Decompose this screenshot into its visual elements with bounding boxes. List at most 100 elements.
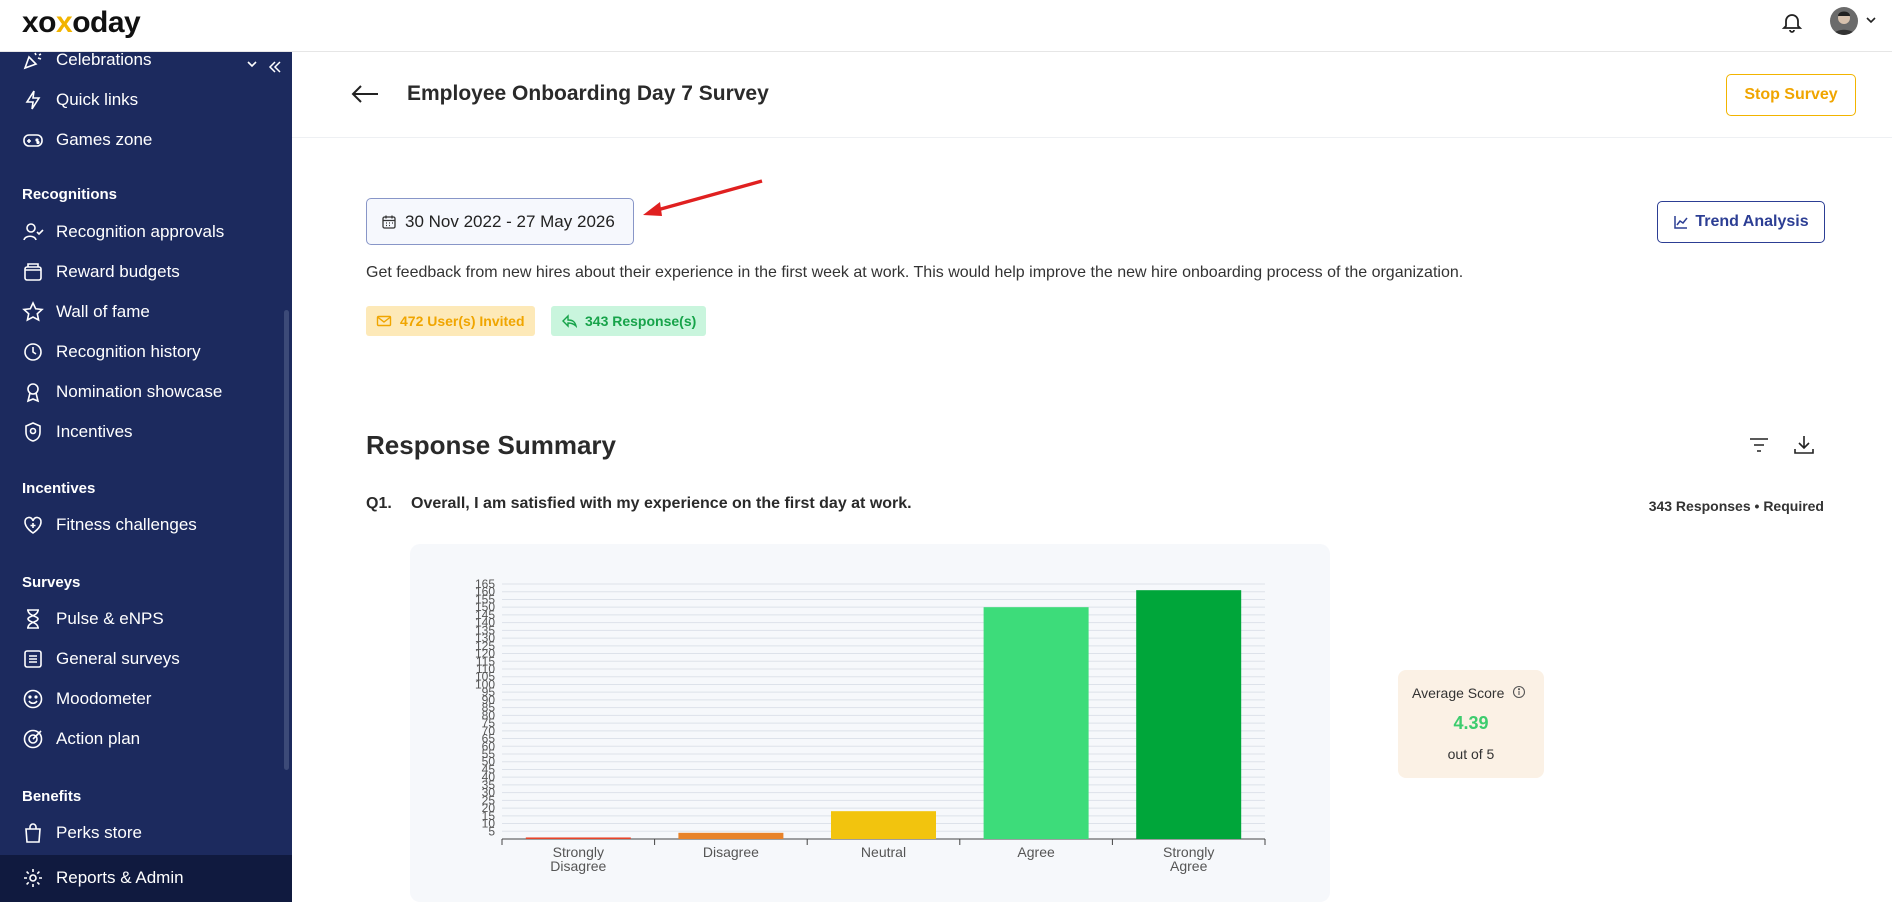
- chart-bar: [1136, 590, 1242, 839]
- download-icon[interactable]: [1792, 433, 1816, 457]
- star-icon: [22, 301, 44, 322]
- sidebar-item-games-zone[interactable]: Games zone: [22, 122, 152, 158]
- sidebar-item-action-plan[interactable]: Action plan: [22, 721, 140, 757]
- list-icon: [24, 650, 42, 668]
- section-title-incentives: Incentives: [22, 480, 96, 497]
- hourglass-icon: [27, 609, 39, 629]
- party-icon: [23, 52, 42, 70]
- sidebar-item-label: Nomination showcase: [56, 382, 223, 401]
- question-number: Q1.: [366, 495, 392, 512]
- x-tick-label: Agree: [1170, 858, 1208, 874]
- target-icon: [23, 729, 43, 749]
- bell-icon[interactable]: [1780, 10, 1804, 34]
- sidebar-item-label: Reports & Admin: [56, 868, 184, 887]
- x-tick-label: Neutral: [861, 844, 906, 860]
- calendar-icon: [382, 215, 396, 229]
- sidebar-item-label: Action plan: [56, 729, 141, 748]
- annotation-arrow: [643, 179, 763, 216]
- responses-count: 343 Response(s): [585, 313, 697, 329]
- sidebar-item-pulse-enps[interactable]: Pulse & eNPS: [22, 601, 164, 637]
- sidebar-item-celebrations[interactable]: Celebrations: [22, 42, 151, 78]
- chevron-down-icon[interactable]: [1864, 13, 1878, 27]
- page-title: Employee Onboarding Day 7 Survey: [407, 82, 769, 105]
- question-meta: 343 Responses • Required: [1648, 498, 1824, 514]
- history-icon: [24, 343, 42, 361]
- collapse-sidebar-icon[interactable]: [266, 58, 284, 76]
- invited-badge: 472 User(s) Invited: [366, 306, 535, 336]
- chart-bar: [678, 832, 784, 839]
- sidebar-item-label: Incentives: [56, 422, 133, 441]
- chart-bar: [831, 811, 936, 839]
- trend-analysis-label: Trend Analysis: [1695, 213, 1809, 230]
- sidebar-item-quick-links[interactable]: Quick links: [22, 82, 138, 118]
- average-score-label: Average Score: [1412, 685, 1505, 701]
- sidebar-item-label: Moodometer: [56, 689, 152, 708]
- reports-admin-row[interactable]: Reports & Admin: [22, 860, 184, 896]
- chart-bar: [983, 607, 1089, 839]
- bag-icon: [25, 823, 41, 843]
- date-range-picker[interactable]: 30 Nov 2022 - 27 May 2026: [366, 198, 634, 245]
- sidebar-item-label: Fitness challenges: [56, 515, 197, 534]
- sidebar-item-fitness-challenges[interactable]: Fitness challenges: [22, 507, 197, 543]
- trophy-icon: [26, 383, 40, 403]
- sidebar-item-label: Recognition approvals: [56, 222, 225, 241]
- stop-survey-button[interactable]: Stop Survey: [1726, 74, 1856, 116]
- sidebar-item-label: Wall of fame: [56, 302, 150, 321]
- shield-icon: [25, 422, 41, 442]
- response-summary-title: Response Summary: [366, 430, 616, 460]
- chart-bar: [525, 837, 631, 839]
- sidebar-item-label: Quick links: [56, 90, 139, 109]
- sidebar-item-nomination-showcase[interactable]: Nomination showcase: [22, 374, 222, 410]
- gear-icon: [24, 869, 42, 887]
- sidebar-scrollbar[interactable]: [284, 310, 289, 770]
- bolt-icon: [25, 90, 41, 110]
- survey-description: Get feedback from new hires about their …: [366, 264, 1464, 281]
- gamepad-icon: [23, 134, 43, 147]
- average-score-value: 4.39: [1453, 713, 1489, 733]
- x-tick-label: Disagree: [703, 844, 759, 860]
- sidebar-item-label: Pulse & eNPS: [56, 609, 164, 628]
- smile-icon: [23, 689, 43, 709]
- top-bar: xoxoday: [0, 0, 1892, 52]
- sidebar-item-label: General surveys: [56, 649, 180, 668]
- sidebar-item-incentives[interactable]: Incentives: [22, 414, 133, 450]
- sidebar-item-label: Recognition history: [56, 342, 201, 361]
- back-arrow-icon[interactable]: [350, 82, 380, 106]
- info-icon[interactable]: [1512, 685, 1526, 699]
- trend-analysis-button[interactable]: Trend Analysis: [1657, 201, 1825, 243]
- wallet-icon: [24, 263, 42, 281]
- average-score-sub: out of 5: [1447, 746, 1495, 762]
- response-bar-chart: 5101520253035404550556065707580859095100…: [475, 577, 1266, 874]
- responses-badge: 343 Response(s): [551, 306, 707, 336]
- question-text: Overall, I am satisfied with my experien…: [411, 495, 912, 512]
- sidebar-item-moodometer[interactable]: Moodometer: [22, 681, 151, 717]
- avatar[interactable]: [1830, 7, 1858, 35]
- sidebar-item-label: Games zone: [56, 130, 153, 149]
- mail-icon: [376, 315, 392, 327]
- trend-up-icon: [1674, 216, 1688, 229]
- sidebar-item-label: Reward budgets: [56, 262, 180, 281]
- section-title-surveys: Surveys: [22, 574, 81, 591]
- sidebar-item-perks-store[interactable]: Perks store: [22, 815, 142, 851]
- sidebar-item-reward-budgets[interactable]: Reward budgets: [22, 254, 180, 290]
- sidebar-item-reports-admin[interactable]: Reports & Admin: [0, 855, 292, 902]
- sidebar-item-label: Perks store: [56, 823, 142, 842]
- invited-count: 472 User(s) Invited: [400, 313, 525, 329]
- xoxoday-logo[interactable]: xoxoday: [22, 6, 141, 40]
- user-check-icon: [23, 223, 44, 241]
- section-title-recognitions: Recognitions: [22, 186, 118, 203]
- x-tick-label: Disagree: [550, 858, 606, 874]
- sidebar-item-label: Celebrations: [56, 50, 152, 69]
- reply-icon: [562, 314, 577, 328]
- heart-plus-icon: [24, 516, 42, 534]
- date-range-text: 30 Nov 2022 - 27 May 2026: [405, 211, 615, 231]
- sidebar-item-wall-of-fame[interactable]: Wall of fame: [22, 294, 150, 330]
- sidebar-item-general-surveys[interactable]: General surveys: [22, 641, 180, 677]
- sidebar: Celebrations Quick links Games zone Reco…: [0, 50, 292, 902]
- sidebar-item-recognition-history[interactable]: Recognition history: [22, 334, 201, 370]
- filter-icon[interactable]: [1748, 434, 1770, 456]
- section-title-benefits: Benefits: [22, 788, 82, 805]
- x-tick-label: Agree: [1017, 844, 1055, 860]
- chevron-down-icon[interactable]: [244, 56, 260, 72]
- sidebar-item-recognition-approvals[interactable]: Recognition approvals: [22, 214, 224, 250]
